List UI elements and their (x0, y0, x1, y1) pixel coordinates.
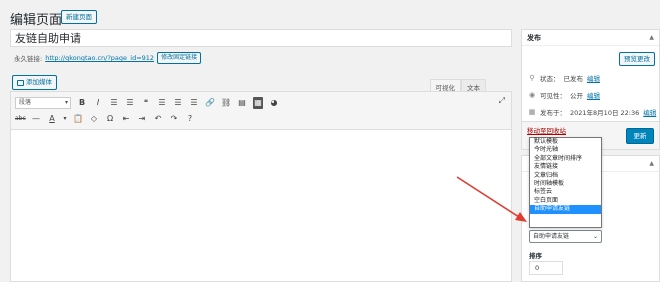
add-new-page-button[interactable]: 新建页面 (61, 10, 97, 24)
edit-visibility-link[interactable]: 编辑 (587, 90, 600, 100)
align-right-icon[interactable]: ☰ (189, 97, 199, 109)
order-label: 排序 (529, 252, 542, 260)
page-title: 编辑页面 (10, 13, 63, 28)
move-to-trash-link[interactable]: 移动至回收站 (527, 125, 566, 135)
fullscreen-icon[interactable]: ⤢ (499, 96, 505, 106)
update-button[interactable]: 更新 (626, 128, 654, 144)
strikethrough-icon[interactable]: abc (15, 113, 26, 125)
horizontal-line-icon[interactable]: — (31, 113, 41, 125)
editor-toolbar: 段落 B I ☰ ☰ ❝ ☰ ☰ ☰ 🔗 ⛓ ▤ ▦ ◕ abc — A ▾ 📋… (11, 92, 511, 130)
add-media-button[interactable]: 添加媒体 (12, 75, 57, 90)
bold-icon[interactable]: B (77, 97, 87, 109)
pie-icon[interactable]: ◕ (269, 97, 279, 109)
status-row: ⚲ 状态： 已发布 编辑 (528, 73, 600, 83)
blockquote-icon[interactable]: ❝ (141, 97, 151, 109)
clear-formatting-icon[interactable]: ◇ (89, 113, 99, 125)
editor: 段落 B I ☰ ☰ ❝ ☰ ☰ ☰ 🔗 ⛓ ▤ ▦ ◕ abc — A ▾ 📋… (10, 91, 512, 282)
date-value: 2021年8月10日 22:36 (570, 109, 640, 117)
order-input[interactable]: 0 (529, 261, 563, 275)
toolbar-row-2: abc — A ▾ 📋 ◇ Ω ⇤ ⇥ ↶ ↷ ? (15, 111, 195, 127)
redo-icon[interactable]: ↷ (169, 113, 179, 125)
edit-status-link[interactable]: 编辑 (587, 73, 600, 83)
toolbar-row-1: 段落 B I ☰ ☰ ❝ ☰ ☰ ☰ 🔗 ⛓ ▤ ▦ ◕ (15, 95, 279, 111)
pin-icon: ⚲ (529, 74, 535, 82)
eye-icon: ◉ (528, 91, 536, 99)
visibility-value: 公开 (570, 92, 583, 100)
publish-title: 发布 (527, 34, 541, 42)
read-more-icon[interactable]: ▤ (237, 97, 247, 109)
template-option[interactable]: 今时光轴 (530, 146, 601, 154)
help-icon[interactable]: ? (185, 113, 195, 125)
template-selected-value: 自助申请友链 (533, 233, 570, 240)
status-value: 已发布 (563, 75, 584, 83)
numbered-list-icon[interactable]: ☰ (125, 97, 135, 109)
collapse-icon[interactable]: ▲ (649, 156, 654, 172)
media-icon (17, 79, 24, 86)
bullet-list-icon[interactable]: ☰ (109, 97, 119, 109)
toolbar-toggle-icon[interactable]: ▦ (253, 97, 263, 109)
title-input[interactable]: 友链自助申请 (10, 29, 512, 47)
italic-icon[interactable]: I (93, 97, 103, 109)
undo-icon[interactable]: ↶ (153, 113, 163, 125)
template-select[interactable]: 自助申请友链 ⌄ (529, 230, 602, 243)
visibility-row: ◉ 可见性： 公开 编辑 (528, 90, 600, 100)
special-character-icon[interactable]: Ω (105, 113, 115, 125)
template-option[interactable]: 友情链接 (530, 163, 601, 171)
template-option[interactable]: 文章归档 (530, 172, 601, 180)
visibility-label: 可见性： (540, 92, 566, 100)
edit-permalink-button[interactable]: 修改固定链接 (157, 52, 202, 64)
outdent-icon[interactable]: ⇤ (121, 113, 131, 125)
align-left-icon[interactable]: ☰ (157, 97, 167, 109)
template-option-highlighted[interactable]: 自助申请友链 (530, 205, 601, 214)
publish-box: 发布 ▲ 预览更改 ⚲ 状态： 已发布 编辑 ◉ 可见性： 公开 编辑 ▦ 发布… (521, 29, 660, 150)
chevron-down-icon: ⌄ (592, 233, 598, 240)
paste-text-icon[interactable]: 📋 (73, 113, 83, 125)
link-icon[interactable]: 🔗 (205, 97, 215, 109)
indent-icon[interactable]: ⇥ (137, 113, 147, 125)
permalink-url[interactable]: http://qkongtao.cn/?page_id=912 (45, 54, 154, 62)
format-select[interactable]: 段落 (15, 97, 71, 109)
text-color-icon[interactable]: A (47, 113, 57, 125)
preview-changes-button[interactable]: 预览更改 (619, 52, 655, 66)
date-row: ▦ 发布于： 2021年8月10日 22:36 编辑 (528, 107, 657, 117)
permalink: 永久链接: http://qkongtao.cn/?page_id=912 修改… (14, 52, 202, 64)
template-option[interactable]: 空白页面 (530, 197, 601, 205)
publish-box-title: 发布 ▲ (522, 30, 659, 46)
collapse-icon[interactable]: ▲ (649, 30, 654, 46)
status-label: 状态： (540, 75, 560, 83)
calendar-icon: ▦ (528, 108, 536, 116)
align-center-icon[interactable]: ☰ (173, 97, 183, 109)
text-color-chevron-icon[interactable]: ▾ (63, 113, 67, 125)
permalink-label: 永久链接: (14, 55, 43, 63)
template-dropdown-list: 默认模板 今时光轴 全部文章时间排序 友情链接 文章归档 时间轴模板 标签云 空… (529, 137, 602, 228)
date-label: 发布于： (540, 109, 566, 117)
add-media-label: 添加媒体 (26, 78, 52, 86)
unlink-icon[interactable]: ⛓ (221, 97, 231, 109)
template-option[interactable]: 全部文章时间排序 (530, 155, 601, 163)
template-option[interactable]: 标签云 (530, 188, 601, 196)
edit-date-link[interactable]: 编辑 (643, 107, 656, 117)
